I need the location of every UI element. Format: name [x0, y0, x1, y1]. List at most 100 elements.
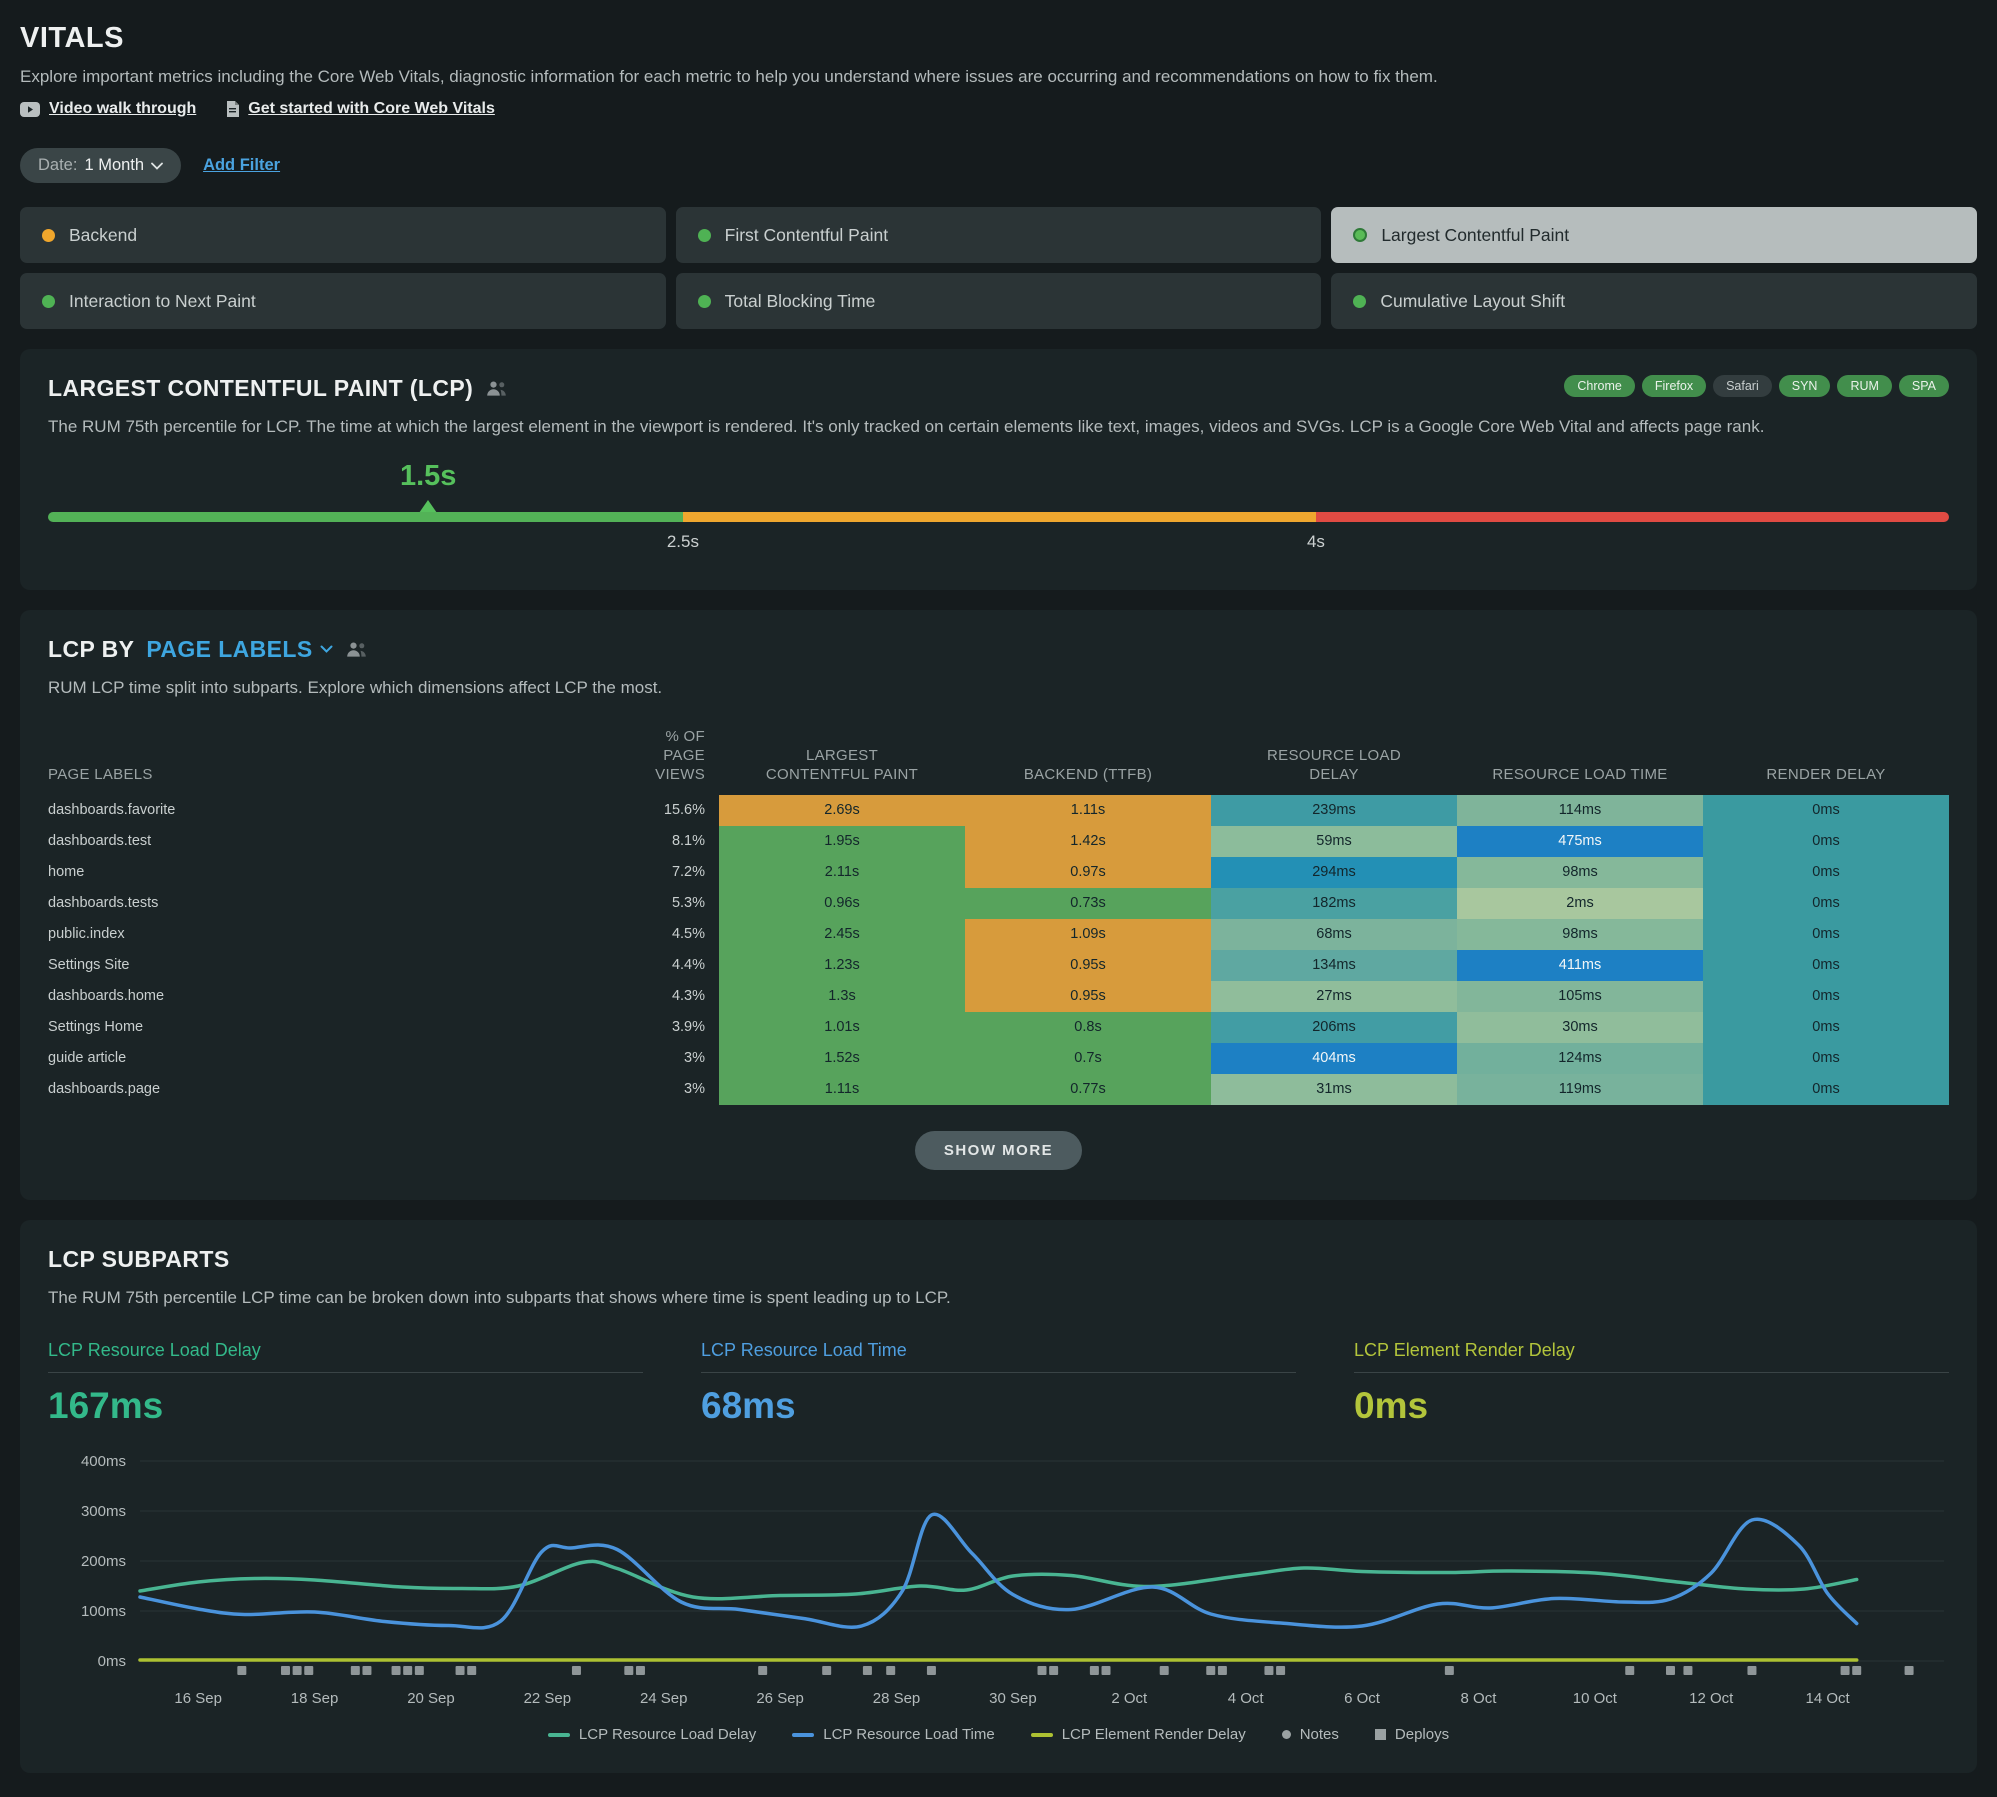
deploy-marker[interactable] — [1683, 1666, 1693, 1676]
deploy-marker[interactable] — [1089, 1666, 1099, 1676]
get-started-link[interactable]: Get started with Core Web Vitals — [226, 100, 495, 118]
metric-cell-largest-contentful-paint: 1.23s — [719, 949, 965, 981]
deploy-marker[interactable] — [1276, 1666, 1286, 1676]
subpart-metrics: LCP Resource Load Delay 167ms LCP Resource… — [48, 1340, 1949, 1427]
deploy-marker[interactable] — [571, 1666, 581, 1676]
deploy-marker[interactable] — [280, 1666, 290, 1676]
deploy-marker[interactable] — [886, 1666, 896, 1676]
metric-cell-backend-ttfb: 1.42s — [965, 825, 1211, 857]
x-axis-label: 30 Sep — [989, 1690, 1037, 1707]
legend-item-lcp-resource-load-delay[interactable]: LCP Resource Load Delay — [547, 1726, 757, 1744]
deploy-marker[interactable] — [1840, 1666, 1850, 1676]
lcp-panel-description: The RUM 75th percentile for LCP. The tim… — [48, 417, 1765, 436]
metric-tab-label: Cumulative Layout Shift — [1380, 290, 1566, 311]
legend-swatch-line — [1030, 1732, 1053, 1737]
subparts-panel: LCP SUBPARTS The RUM 75th percentile LCP… — [20, 1219, 1977, 1774]
deploy-marker[interactable] — [1444, 1666, 1454, 1676]
show-more-button[interactable]: SHOW MORE — [914, 1130, 1083, 1170]
legend-item-deploys[interactable]: Deploys — [1374, 1726, 1449, 1743]
y-axis-label: 200ms — [81, 1553, 126, 1570]
metric-tab-label: First Contentful Paint — [724, 224, 889, 245]
deploy-marker[interactable] — [624, 1666, 634, 1676]
x-axis-label: 20 Sep — [407, 1690, 455, 1707]
legend-label: LCP Resource Load Delay — [578, 1726, 757, 1744]
metric-tab-first-contentful-paint[interactable]: First Contentful Paint — [675, 207, 1322, 263]
deploy-marker[interactable] — [391, 1666, 401, 1676]
deploy-marker[interactable] — [758, 1666, 768, 1676]
metric-cell-render-delay: 0ms — [1703, 856, 1949, 888]
deploy-marker[interactable] — [350, 1666, 360, 1676]
table-row: dashboards.home 4.3% 1.3s 0.95s 27ms 105ms 0ms — [48, 980, 1949, 1012]
metric-tab-cumulative-layout-shift[interactable]: Cumulative Layout Shift — [1331, 273, 1977, 329]
deploy-marker[interactable] — [467, 1666, 477, 1676]
metric-tab-label: Total Blocking Time — [724, 290, 876, 311]
deploy-marker[interactable] — [1037, 1666, 1047, 1676]
metric-cell-largest-contentful-paint: 1.95s — [719, 825, 965, 857]
deploy-marker[interactable] — [1206, 1666, 1216, 1676]
deploy-marker[interactable] — [1852, 1666, 1862, 1676]
deploy-marker[interactable] — [1625, 1666, 1635, 1676]
deploy-marker[interactable] — [926, 1666, 936, 1676]
deploy-marker[interactable] — [1747, 1666, 1757, 1676]
x-axis-label: 4 Oct — [1228, 1690, 1265, 1707]
deploy-marker[interactable] — [362, 1666, 372, 1676]
row-page-views: 4.4% — [671, 957, 705, 974]
deploy-marker[interactable] — [414, 1666, 424, 1676]
y-axis-label: 300ms — [81, 1503, 126, 1520]
subpart-metric-label: LCP Element Render Delay — [1354, 1340, 1949, 1374]
deploy-marker[interactable] — [822, 1666, 832, 1676]
y-axis-label: 400ms — [81, 1453, 126, 1470]
deploy-marker[interactable] — [292, 1666, 302, 1676]
row-label: public.index — [48, 926, 125, 943]
legend-item-lcp-resource-load-time[interactable]: LCP Resource Load Time — [792, 1726, 995, 1743]
deploy-marker[interactable] — [455, 1666, 465, 1676]
table-row: guide article 3% 1.52s 0.7s 404ms 124ms 0ms — [48, 1042, 1949, 1074]
metric-cell-resource-load-delay: 294ms — [1211, 856, 1457, 888]
deploy-marker[interactable] — [1049, 1666, 1059, 1676]
legend-swatch-line — [792, 1732, 815, 1737]
row-label: dashboards.home — [48, 988, 165, 1005]
x-axis-label: 14 Oct — [1806, 1690, 1851, 1707]
table-body: dashboards.favorite 15.6% 2.69s 1.11s 239ms 1… — [48, 794, 1949, 1105]
line-chart: 0ms 100ms 200ms 300ms 400ms 16 Sep 18 Sep 20 Se… — [81, 1453, 1944, 1707]
metric-tab-total-blocking-time[interactable]: Total Blocking Time — [675, 273, 1322, 329]
metric-dot — [697, 228, 711, 242]
legend-swatch-square — [1374, 1729, 1386, 1741]
deploy-marker[interactable] — [237, 1666, 247, 1676]
deploy-marker[interactable] — [304, 1666, 314, 1676]
x-axis-label: 8 Oct — [1461, 1690, 1498, 1707]
deploy-marker[interactable] — [403, 1666, 413, 1676]
subpart-metric-lcp-resource-load-time: LCP Resource Load Time 68ms — [701, 1340, 1296, 1427]
subpart-metric-lcp-element-render-delay: LCP Element Render Delay 0ms — [1354, 1340, 1949, 1427]
deploy-marker[interactable] — [635, 1666, 645, 1676]
deploy-marker[interactable] — [1665, 1666, 1675, 1676]
badge-rum: RUM — [1837, 375, 1892, 397]
deploy-marker[interactable] — [1217, 1666, 1227, 1676]
metric-tab-backend[interactable]: Backend — [20, 207, 666, 263]
table-row: Settings Site 4.4% 1.23s 0.95s 134ms 411ms 0ms — [48, 949, 1949, 981]
metric-tab-largest-contentful-paint[interactable]: Largest Contentful Paint — [1331, 207, 1977, 263]
metric-cell-resource-load-time: 98ms — [1457, 918, 1703, 950]
gauge-segment-2 — [1315, 511, 1949, 522]
metric-cell-largest-contentful-paint: 2.69s — [719, 794, 965, 826]
add-filter-link[interactable]: Add Filter — [203, 156, 280, 175]
deploy-marker[interactable] — [1101, 1666, 1111, 1676]
date-filter-dropdown[interactable]: Date: 1 Month — [20, 148, 182, 183]
y-axis-label: 100ms — [81, 1603, 126, 1620]
video-walkthrough-link[interactable]: Video walk through — [20, 100, 196, 118]
table-row: home 7.2% 2.11s 0.97s 294ms 98ms 0ms — [48, 856, 1949, 888]
legend-item-notes[interactable]: Notes — [1281, 1726, 1339, 1743]
row-label: Settings Home — [48, 1019, 144, 1036]
metric-tab-interaction-to-next-paint[interactable]: Interaction to Next Paint — [20, 273, 666, 329]
legend-item-lcp-element-render-delay[interactable]: LCP Element Render Delay — [1030, 1726, 1246, 1743]
deploy-marker[interactable] — [862, 1666, 872, 1676]
deploy-marker[interactable] — [1264, 1666, 1274, 1676]
lcp-panel-title: LARGEST CONTENTFUL PAINT (LCP) — [48, 375, 508, 402]
metric-cell-backend-ttfb: 0.77s — [965, 1073, 1211, 1105]
dimension-dropdown[interactable]: PAGE LABELS — [146, 636, 333, 663]
deploy-marker[interactable] — [1159, 1666, 1169, 1676]
row-label: dashboards.page — [48, 1081, 161, 1098]
column-header-render-delay: RENDER DELAY — [1766, 765, 1886, 783]
deploy-marker[interactable] — [1904, 1666, 1914, 1676]
page-labels-description: RUM LCP time split into subparts. Explor… — [48, 677, 663, 697]
